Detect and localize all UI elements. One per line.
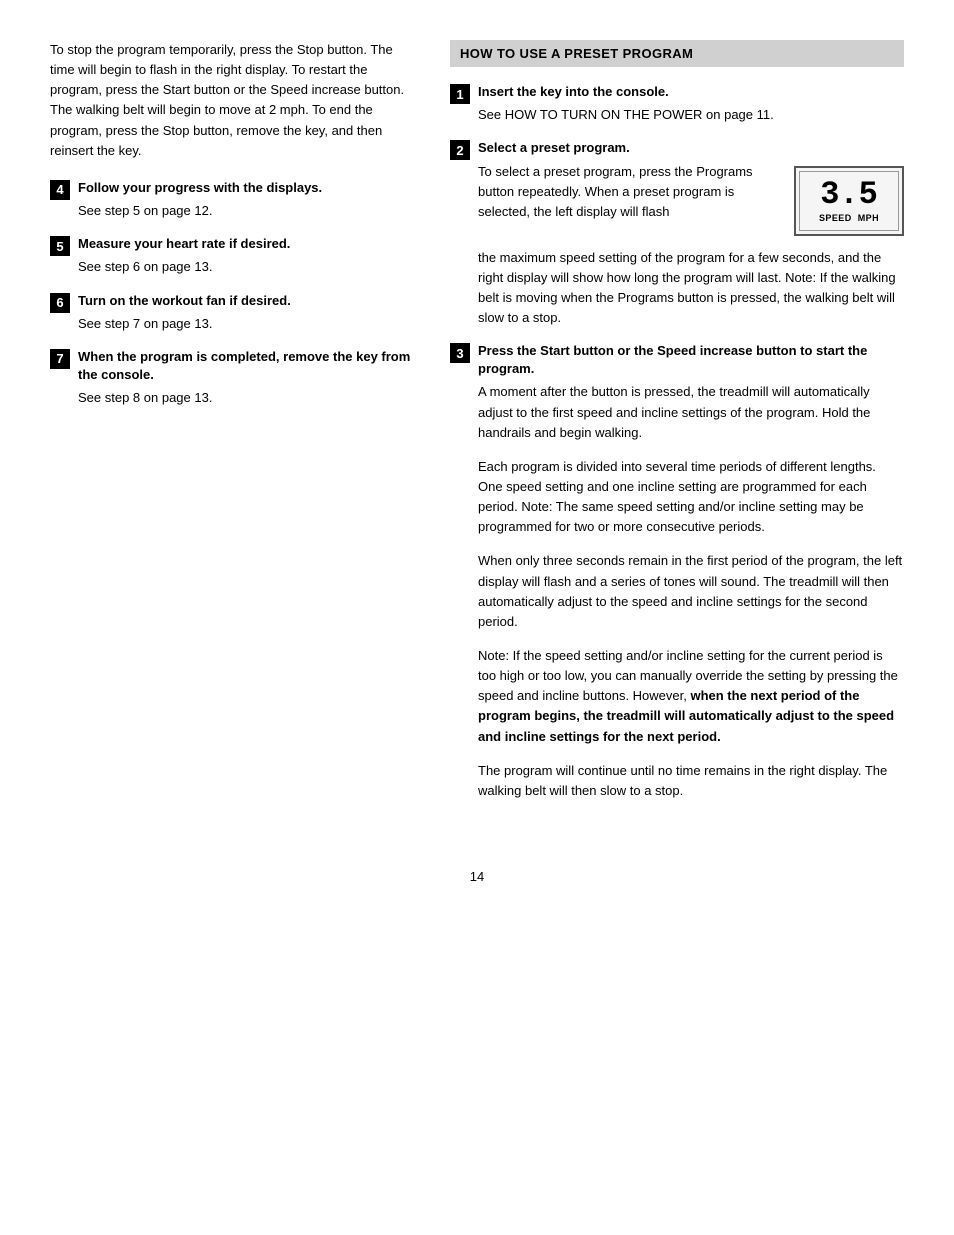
step-7-block: 7 When the program is completed, remove … xyxy=(50,348,420,409)
step3-para-3: When only three seconds remain in the fi… xyxy=(478,551,904,632)
step-4-body: See step 5 on page 12. xyxy=(78,201,420,221)
right-column: HOW TO USE A PRESET PROGRAM 1 Insert the… xyxy=(450,40,904,829)
step-7-body: See step 8 on page 13. xyxy=(78,388,420,408)
step3-bold-text: when the next period of the program begi… xyxy=(478,688,894,743)
right-step-3-content: Press the Start button or the Speed incr… xyxy=(478,342,904,815)
step-5-content: Measure your heart rate if desired. See … xyxy=(78,235,420,277)
step3-para-1: A moment after the button is pressed, th… xyxy=(478,382,904,442)
step3-para-5: The program will continue until no time … xyxy=(478,761,904,801)
preset-text-before: To select a preset program, press the Pr… xyxy=(478,162,780,222)
step-4-block: 4 Follow your progress with the displays… xyxy=(50,179,420,221)
right-step-3-title: Press the Start button or the Speed incr… xyxy=(478,342,904,378)
step-5-title: Measure your heart rate if desired. xyxy=(78,235,420,253)
right-step-2-title: Select a preset program. xyxy=(478,139,904,157)
step-7-content: When the program is completed, remove th… xyxy=(78,348,420,409)
page-number: 14 xyxy=(50,859,904,884)
step-6-content: Turn on the workout fan if desired. See … xyxy=(78,292,420,334)
page: To stop the program temporarily, press t… xyxy=(0,0,954,1235)
right-step-3-number: 3 xyxy=(450,343,470,363)
step-6-title: Turn on the workout fan if desired. xyxy=(78,292,420,310)
step-7-title: When the program is completed, remove th… xyxy=(78,348,420,384)
step-6-block: 6 Turn on the workout fan if desired. Se… xyxy=(50,292,420,334)
left-column: To stop the program temporarily, press t… xyxy=(50,40,420,829)
step-5-body: See step 6 on page 13. xyxy=(78,257,420,277)
right-step-2-body-after: the maximum speed setting of the program… xyxy=(478,248,904,329)
speed-display-border xyxy=(799,171,899,231)
step-4-content: Follow your progress with the displays. … xyxy=(78,179,420,221)
right-step-1-title: Insert the key into the console. xyxy=(478,83,904,101)
right-step-1-number: 1 xyxy=(450,84,470,104)
step3-para-2: Each program is divided into several tim… xyxy=(478,457,904,538)
two-column-layout: To stop the program temporarily, press t… xyxy=(50,40,904,829)
intro-paragraph: To stop the program temporarily, press t… xyxy=(50,40,420,161)
step-6-number: 6 xyxy=(50,293,70,313)
section-header: HOW TO USE A PRESET PROGRAM xyxy=(450,40,904,67)
step-6-body: See step 7 on page 13. xyxy=(78,314,420,334)
right-step-1-block: 1 Insert the key into the console. See H… xyxy=(450,83,904,125)
right-step-1-content: Insert the key into the console. See HOW… xyxy=(478,83,904,125)
right-step-2-number: 2 xyxy=(450,140,470,160)
speed-display: 3.5 SPEED MPH xyxy=(794,166,904,236)
step-5-number: 5 xyxy=(50,236,70,256)
step-7-number: 7 xyxy=(50,349,70,369)
step3-para-4: Note: If the speed setting and/or inclin… xyxy=(478,646,904,747)
right-step-3-block: 3 Press the Start button or the Speed in… xyxy=(450,342,904,815)
preset-select-area: To select a preset program, press the Pr… xyxy=(478,162,904,236)
right-step-1-body: See HOW TO TURN ON THE POWER on page 11. xyxy=(478,105,904,125)
step-4-title: Follow your progress with the displays. xyxy=(78,179,420,197)
right-step-2-block: 2 Select a preset program. To select a p… xyxy=(450,139,904,328)
right-step-3-body: A moment after the button is pressed, th… xyxy=(478,382,904,801)
right-step-2-content: Select a preset program. To select a pre… xyxy=(478,139,904,328)
step-4-number: 4 xyxy=(50,180,70,200)
step-5-block: 5 Measure your heart rate if desired. Se… xyxy=(50,235,420,277)
